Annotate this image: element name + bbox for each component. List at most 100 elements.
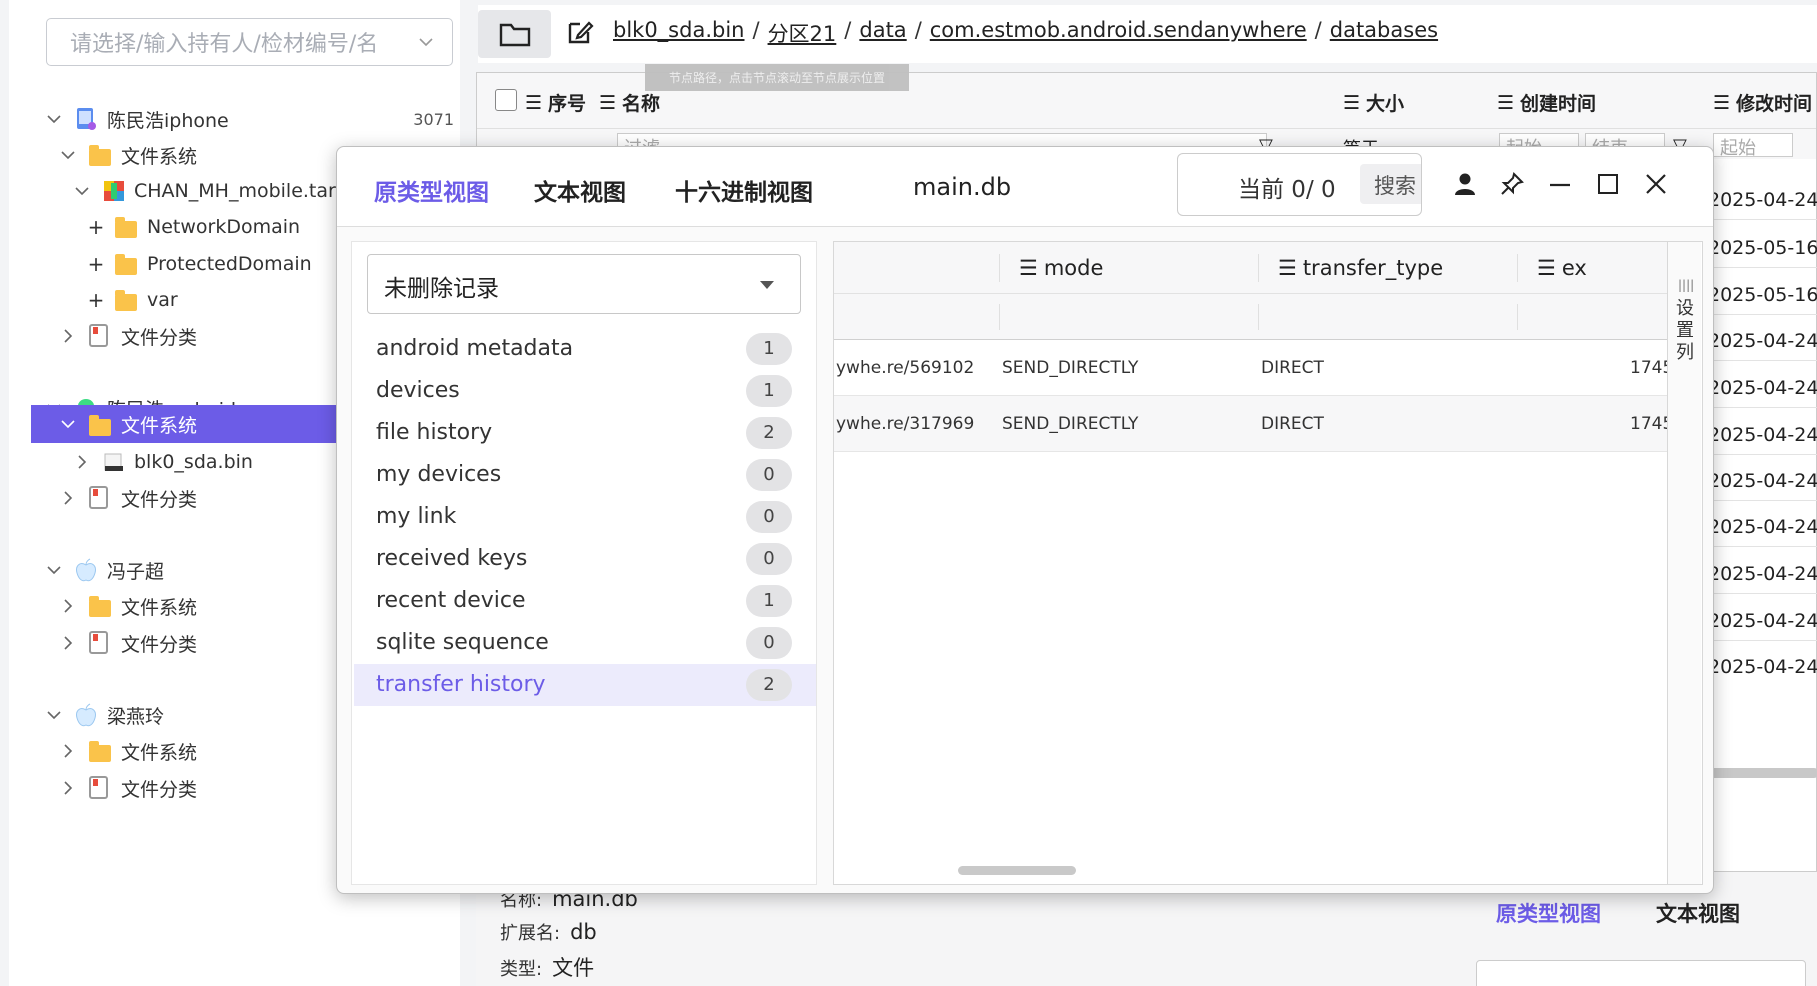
column-header-ex[interactable]: ☰ ex xyxy=(1537,256,1587,280)
breadcrumb-segment[interactable]: 分区21 xyxy=(768,18,837,48)
column-header-label: 序号 xyxy=(548,93,587,115)
table-row[interactable]: ywhe.re/569102 SEND_DIRECTLY DIRECT 1745 xyxy=(834,340,1667,396)
column-header-transfer-type[interactable]: ☰ transfer_type xyxy=(1278,256,1443,280)
row-count-badge: 1 xyxy=(746,585,792,617)
chevron-down-icon[interactable] xyxy=(59,415,77,433)
column-header-created[interactable]: ☰ 创建时间 xyxy=(1497,89,1596,116)
column-header-mode[interactable]: ☰ mode xyxy=(1019,256,1103,280)
column-settings-button[interactable]: |||| 设置列 xyxy=(1667,242,1701,884)
chevron-right-icon[interactable] xyxy=(73,453,91,471)
breadcrumb-segment[interactable]: com.estmob.android.sendanywhere xyxy=(930,18,1307,48)
row-divider xyxy=(1703,593,1817,594)
folder-icon xyxy=(115,254,139,278)
column-divider xyxy=(1517,304,1518,330)
tree-node-holder-iphone[interactable]: 陈民浩iphone 3071 xyxy=(31,99,460,139)
open-folder-button[interactable] xyxy=(478,10,551,58)
property-value: 文件 xyxy=(552,956,595,980)
folder-icon xyxy=(89,596,113,620)
holder-select[interactable]: 请选择/输入持有人/检材编号/名 xyxy=(46,18,453,66)
table-item-transfer-history[interactable]: transfer history 2 xyxy=(354,664,816,706)
disk-icon xyxy=(104,453,123,471)
row-divider xyxy=(1703,454,1817,455)
chevron-right-icon[interactable] xyxy=(59,779,77,797)
table-item-devices[interactable]: devices 1 xyxy=(354,370,816,412)
minimize-icon[interactable] xyxy=(1547,171,1573,197)
table-item-sqlite-sequence[interactable]: sqlite sequence 0 xyxy=(354,622,816,664)
chevron-down-icon[interactable] xyxy=(45,110,63,128)
column-header-index[interactable]: ☰ 序号 xyxy=(525,89,586,116)
table-name: my link xyxy=(376,504,457,529)
breadcrumb-segment[interactable]: databases xyxy=(1330,18,1438,48)
horizontal-scrollbar[interactable] xyxy=(1703,768,1817,778)
tree-node-label: 文件分类 xyxy=(121,633,198,656)
search-button[interactable]: 搜索 xyxy=(1360,164,1421,204)
row-count-badge: 1 xyxy=(746,375,792,407)
chevron-right-icon[interactable] xyxy=(59,634,77,652)
dialog-header: 原类型视图 文本视图 十六进制视图 main.db 当前 0/ 0 搜索 xyxy=(337,147,1713,227)
column-header-modified[interactable]: ☰ 修改时间 xyxy=(1713,89,1812,116)
column-header-label: 创建时间 xyxy=(1520,93,1597,115)
cell-mode: SEND_DIRECTLY xyxy=(1002,358,1139,378)
tree-node-label: 文件系统 xyxy=(121,741,198,764)
column-header-label: 名称 xyxy=(622,93,661,115)
list-icon: ☰ xyxy=(599,91,617,114)
column-header-name[interactable]: ☰ 名称 xyxy=(599,89,660,116)
plus-icon[interactable]: + xyxy=(87,252,105,276)
row-count-badge: 1 xyxy=(746,333,792,365)
table-item-received-keys[interactable]: received keys 0 xyxy=(354,538,816,580)
record-filter-select[interactable]: 未删除记录 xyxy=(367,254,801,314)
tree-node-label: blk0_sda.bin xyxy=(134,451,253,473)
tree-node-label: 陈民浩iphone xyxy=(107,109,229,132)
tab-text-view[interactable]: 文本视图 xyxy=(1656,898,1740,928)
table-item-recent-device[interactable]: recent device 1 xyxy=(354,580,816,622)
column-header-label: transfer_type xyxy=(1302,256,1444,280)
record-filter-value: 未删除记录 xyxy=(384,276,499,302)
user-icon[interactable] xyxy=(1452,171,1478,197)
table-item-file-history[interactable]: file history 2 xyxy=(354,412,816,454)
file-category-icon xyxy=(89,776,113,800)
edit-path-icon[interactable] xyxy=(566,18,594,46)
table-item-my-devices[interactable]: my devices 0 xyxy=(354,454,816,496)
path-tooltip: 节点路径，点击节点滚动至节点展示位置 xyxy=(645,64,909,91)
breadcrumb-segment[interactable]: data xyxy=(859,18,906,48)
pin-icon[interactable] xyxy=(1499,171,1525,197)
chevron-right-icon[interactable] xyxy=(59,742,77,760)
dialog-file-name: main.db xyxy=(913,173,1012,201)
tab-raw-view[interactable]: 原类型视图 xyxy=(1496,898,1601,928)
phone-device-icon xyxy=(77,108,96,130)
table-name: recent device xyxy=(376,588,526,613)
property-extension: 扩展名: db xyxy=(500,919,597,945)
chevron-right-icon[interactable] xyxy=(59,327,77,345)
plus-icon[interactable]: + xyxy=(87,288,105,312)
chevron-down-icon[interactable] xyxy=(73,182,91,200)
row-divider xyxy=(1703,314,1817,315)
maximize-icon[interactable] xyxy=(1595,171,1621,197)
file-category-icon xyxy=(89,486,113,510)
close-icon[interactable] xyxy=(1643,171,1669,197)
chevron-down-icon[interactable] xyxy=(59,146,77,164)
list-icon: ☰ xyxy=(525,91,543,114)
search-result-count: 当前 0/ 0 xyxy=(1238,177,1336,203)
tab-text-view[interactable]: 文本视图 xyxy=(534,173,626,207)
tab-hex-view[interactable]: 十六进制视图 xyxy=(675,173,813,207)
list-icon: ☰ xyxy=(1019,256,1038,280)
chevron-right-icon[interactable] xyxy=(59,489,77,507)
folder-icon xyxy=(89,145,113,169)
property-type: 类型: 文件 xyxy=(500,952,594,982)
chevron-right-icon[interactable] xyxy=(59,597,77,615)
select-all-checkbox[interactable] xyxy=(495,89,517,111)
table-item-android-metadata[interactable]: android metadata 1 xyxy=(354,328,816,370)
table-item-my-link[interactable]: my link 0 xyxy=(354,496,816,538)
chevron-down-icon[interactable] xyxy=(45,706,63,724)
breadcrumb-segment[interactable]: blk0_sda.bin xyxy=(613,18,744,48)
tab-raw-view[interactable]: 原类型视图 xyxy=(374,173,489,207)
table-row[interactable]: ywhe.re/317969 SEND_DIRECTLY DIRECT 1745 xyxy=(834,396,1667,452)
row-divider xyxy=(1703,407,1817,408)
column-header-size[interactable]: ☰ 大小 xyxy=(1343,89,1404,116)
modified-start-input[interactable]: 起始 xyxy=(1713,133,1793,157)
plus-icon[interactable]: + xyxy=(87,215,105,239)
breadcrumb-separator: / xyxy=(752,18,760,42)
tree-node-label: 文件系统 xyxy=(121,596,198,619)
horizontal-scrollbar[interactable] xyxy=(958,866,1076,875)
chevron-down-icon[interactable] xyxy=(45,561,63,579)
